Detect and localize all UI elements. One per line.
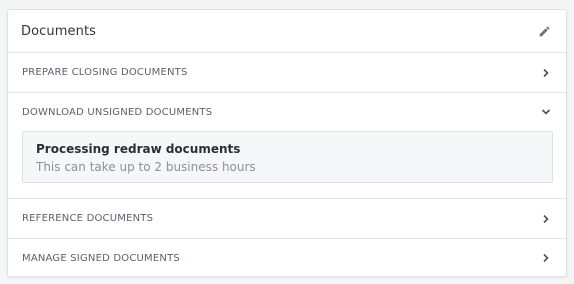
- section-header[interactable]: DOWNLOAD UNSIGNED DOCUMENTS: [8, 93, 566, 131]
- section-reference-documents: REFERENCE DOCUMENTS: [8, 199, 566, 239]
- processing-notice: Processing redraw documents This can tak…: [22, 131, 553, 183]
- section-header[interactable]: PREPARE CLOSING DOCUMENTS: [8, 53, 566, 92]
- documents-card: Documents PREPARE CLOSING DOCUMENTS DOWN…: [7, 9, 567, 277]
- card-title: Documents: [21, 23, 97, 39]
- notice-title: Processing redraw documents: [36, 142, 241, 156]
- section-label: DOWNLOAD UNSIGNED DOCUMENTS: [22, 106, 213, 118]
- section-label: PREPARE CLOSING DOCUMENTS: [22, 67, 188, 78]
- chevron-down-icon: [541, 107, 551, 117]
- section-header[interactable]: REFERENCE DOCUMENTS: [8, 199, 566, 238]
- chevron-right-icon: [541, 253, 551, 263]
- section-manage-signed-documents: MANAGE SIGNED DOCUMENTS: [8, 239, 566, 276]
- section-header[interactable]: MANAGE SIGNED DOCUMENTS: [8, 239, 566, 276]
- section-label: REFERENCE DOCUMENTS: [22, 213, 154, 224]
- chevron-right-icon: [541, 214, 551, 224]
- section-label: MANAGE SIGNED DOCUMENTS: [22, 252, 180, 264]
- section-body: Processing redraw documents This can tak…: [8, 131, 566, 198]
- card-header: Documents: [8, 10, 566, 53]
- section-download-unsigned-documents: DOWNLOAD UNSIGNED DOCUMENTS Processing r…: [8, 93, 566, 199]
- chevron-right-icon: [541, 68, 551, 78]
- edit-button[interactable]: [535, 22, 553, 40]
- section-prepare-closing-documents: PREPARE CLOSING DOCUMENTS: [8, 53, 566, 93]
- pencil-icon: [539, 26, 549, 36]
- notice-text: This can take up to 2 business hours: [36, 160, 256, 174]
